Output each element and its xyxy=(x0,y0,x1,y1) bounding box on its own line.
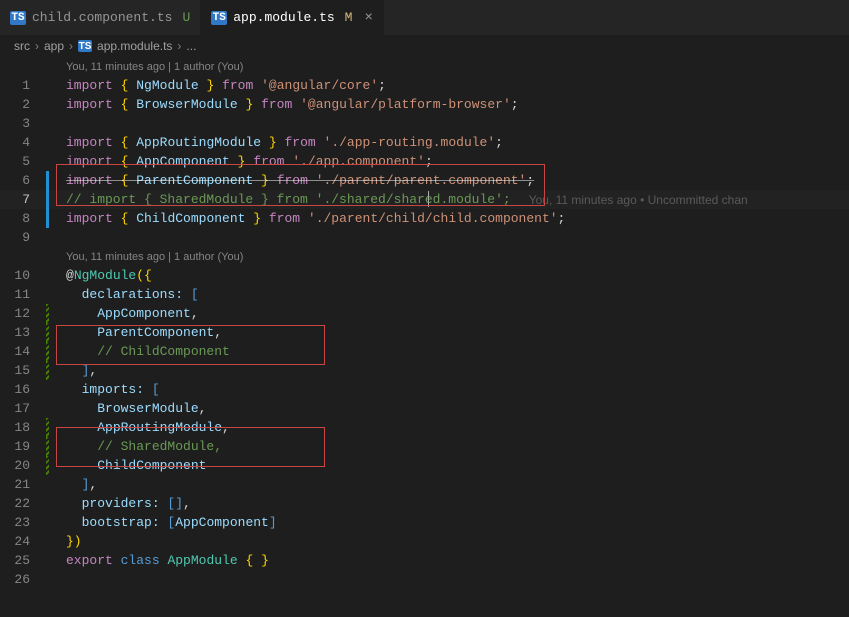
breadcrumb-segment[interactable]: app xyxy=(44,39,64,53)
code-line[interactable]: 19 // SharedModule, xyxy=(0,437,849,456)
inline-blame: You, 11 minutes ago • Uncommitted chan xyxy=(511,193,748,207)
code-line[interactable]: 5import { AppComponent } from './app.com… xyxy=(0,152,849,171)
code-line[interactable]: 14 // ChildComponent xyxy=(0,342,849,361)
line-number: 26 xyxy=(0,572,48,587)
code-line[interactable]: 22 providers: [], xyxy=(0,494,849,513)
line-number: 11 xyxy=(0,287,48,302)
chevron-right-icon: › xyxy=(177,39,181,53)
code-line[interactable]: 25export class AppModule { } xyxy=(0,551,849,570)
line-number: 1 xyxy=(0,78,48,93)
close-icon[interactable]: × xyxy=(364,10,372,26)
typescript-icon: TS xyxy=(78,40,92,52)
git-status-modified: M xyxy=(345,10,353,25)
codelens-blame[interactable]: You, 11 minutes ago | 1 author (You) xyxy=(0,247,849,266)
line-number: 8 xyxy=(0,211,48,226)
code-line[interactable]: 13 ParentComponent, xyxy=(0,323,849,342)
tab-app-module[interactable]: TS app.module.ts M × xyxy=(201,0,384,35)
line-number: 14 xyxy=(0,344,48,359)
codelens-blame[interactable]: You, 11 minutes ago | 1 author (You) xyxy=(0,57,849,76)
code-line[interactable]: 21 ], xyxy=(0,475,849,494)
code-line[interactable]: 7// import { SharedModule } from './shar… xyxy=(0,190,849,209)
line-number: 13 xyxy=(0,325,48,340)
diff-added-marker xyxy=(46,456,49,475)
code-line[interactable]: 23 bootstrap: [AppComponent] xyxy=(0,513,849,532)
line-number: 9 xyxy=(0,230,48,245)
code-line[interactable]: 18 AppRoutingModule, xyxy=(0,418,849,437)
code-line[interactable]: 11 declarations: [ xyxy=(0,285,849,304)
code-line[interactable]: 20 ChildComponent xyxy=(0,456,849,475)
code-line[interactable]: 4import { AppRoutingModule } from './app… xyxy=(0,133,849,152)
code-line[interactable]: 12 AppComponent, xyxy=(0,304,849,323)
tab-label: app.module.ts xyxy=(233,10,334,25)
line-number: 4 xyxy=(0,135,48,150)
code-line[interactable]: 16 imports: [ xyxy=(0,380,849,399)
text-cursor xyxy=(428,191,429,207)
diff-modified-marker xyxy=(46,190,49,209)
breadcrumb-segment[interactable]: src xyxy=(14,39,30,53)
line-number: 10 xyxy=(0,268,48,283)
line-number: 23 xyxy=(0,515,48,530)
code-line[interactable]: 8import { ChildComponent } from './paren… xyxy=(0,209,849,228)
breadcrumb-segment[interactable]: app.module.ts xyxy=(97,39,172,53)
diff-added-marker xyxy=(46,342,49,361)
line-number: 6 xyxy=(0,173,48,188)
code-line[interactable]: 26 xyxy=(0,570,849,589)
code-line[interactable]: 6import { ParentComponent } from './pare… xyxy=(0,171,849,190)
typescript-icon: TS xyxy=(211,11,227,25)
line-number: 2 xyxy=(0,97,48,112)
code-line[interactable]: 17 BrowserModule, xyxy=(0,399,849,418)
line-number: 17 xyxy=(0,401,48,416)
line-number: 3 xyxy=(0,116,48,131)
code-editor[interactable]: You, 11 minutes ago | 1 author (You) 1im… xyxy=(0,57,849,589)
diff-added-marker xyxy=(46,418,49,437)
code-line[interactable]: 3 xyxy=(0,114,849,133)
code-line[interactable]: 10@NgModule({ xyxy=(0,266,849,285)
typescript-icon: TS xyxy=(10,11,26,25)
diff-added-marker xyxy=(46,304,49,323)
breadcrumb-segment[interactable]: ... xyxy=(186,39,196,53)
line-number: 22 xyxy=(0,496,48,511)
line-number: 12 xyxy=(0,306,48,321)
diff-added-marker xyxy=(46,323,49,342)
code-line[interactable]: 24}) xyxy=(0,532,849,551)
code-line[interactable]: 1import { NgModule } from '@angular/core… xyxy=(0,76,849,95)
tab-bar: TS child.component.ts U TS app.module.ts… xyxy=(0,0,849,35)
line-number: 21 xyxy=(0,477,48,492)
line-number: 20 xyxy=(0,458,48,473)
code-line[interactable]: 9 xyxy=(0,228,849,247)
line-number: 7 xyxy=(0,192,48,207)
tab-label: child.component.ts xyxy=(32,10,172,25)
line-number: 19 xyxy=(0,439,48,454)
diff-added-marker xyxy=(46,361,49,380)
line-number: 15 xyxy=(0,363,48,378)
code-line[interactable]: 2import { BrowserModule } from '@angular… xyxy=(0,95,849,114)
line-number: 18 xyxy=(0,420,48,435)
diff-modified-marker xyxy=(46,171,49,190)
diff-added-marker xyxy=(46,437,49,456)
diff-modified-marker xyxy=(46,209,49,228)
line-number: 5 xyxy=(0,154,48,169)
line-number: 24 xyxy=(0,534,48,549)
chevron-right-icon: › xyxy=(69,39,73,53)
tab-child-component[interactable]: TS child.component.ts U xyxy=(0,0,201,35)
line-number: 16 xyxy=(0,382,48,397)
breadcrumb[interactable]: src › app › TS app.module.ts › ... xyxy=(0,35,849,57)
line-number: 25 xyxy=(0,553,48,568)
git-status-untracked: U xyxy=(182,10,190,25)
code-line[interactable]: 15 ], xyxy=(0,361,849,380)
chevron-right-icon: › xyxy=(35,39,39,53)
